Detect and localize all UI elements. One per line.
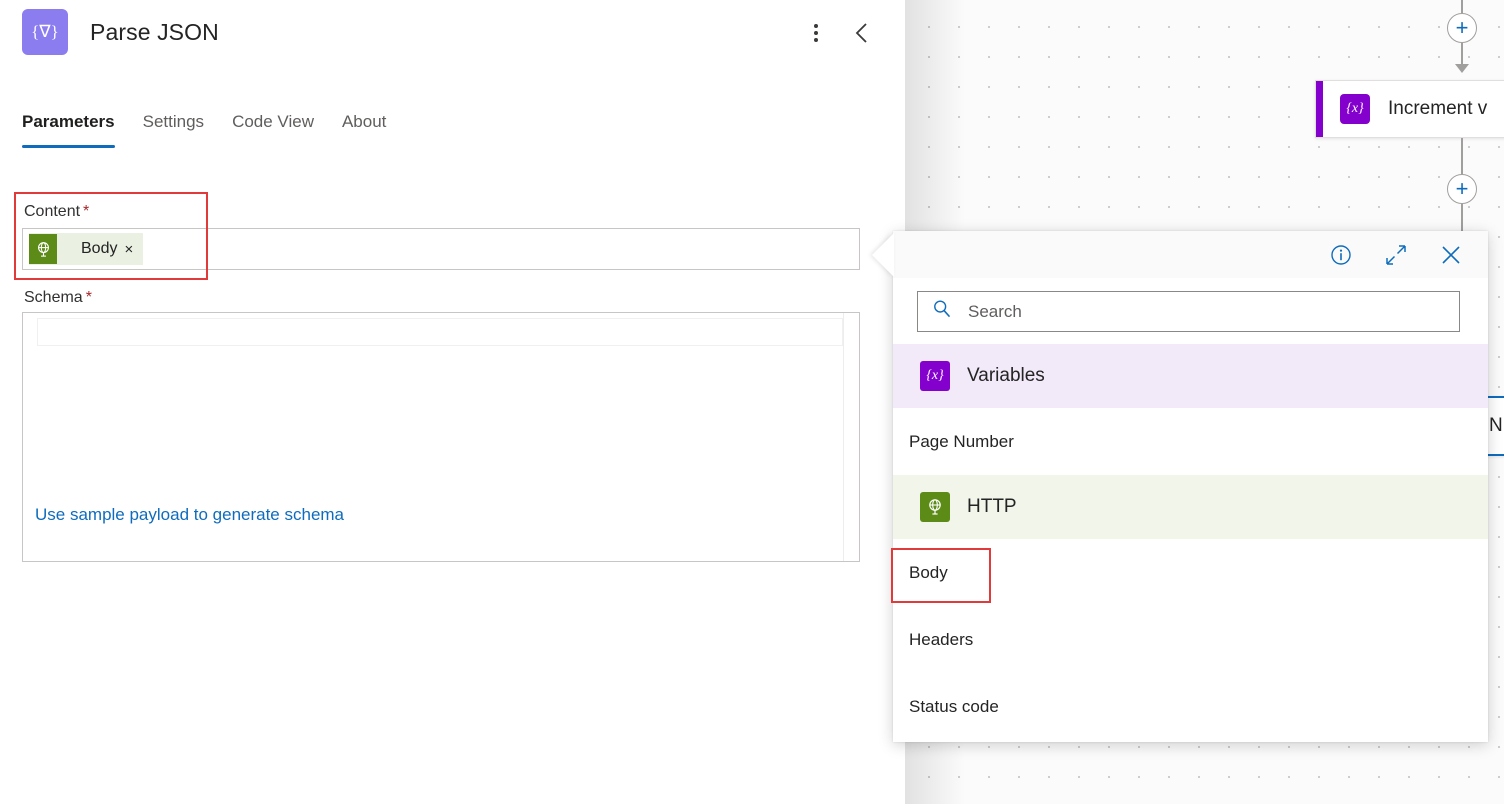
content-input[interactable]: Body × xyxy=(22,228,860,270)
dynamic-content-item-body[interactable]: Body xyxy=(893,539,1488,606)
workflow-card-increment-variable[interactable]: {x} Increment v xyxy=(1315,80,1504,138)
variables-icon: {x} xyxy=(920,361,950,391)
collapse-panel-icon[interactable] xyxy=(847,18,877,48)
dynamic-content-flyout: {x} Variables Page Number HTTP Body Head… xyxy=(893,231,1488,742)
group-label: HTTP xyxy=(967,496,1017,517)
tab-about[interactable]: About xyxy=(328,112,400,148)
schema-editor[interactable]: Use sample payload to generate schema xyxy=(22,312,860,562)
search-icon xyxy=(931,298,953,325)
parse-json-icon: {∇} xyxy=(22,9,68,55)
schema-label-text: Schema xyxy=(24,289,83,306)
info-icon[interactable] xyxy=(1328,242,1354,268)
flyout-pointer xyxy=(872,233,894,277)
connector-arrow xyxy=(1455,64,1469,73)
workflow-card-title: Increment v xyxy=(1388,98,1488,119)
required-indicator: * xyxy=(83,203,90,220)
panel-header: {∇} Parse JSON xyxy=(22,9,219,55)
dynamic-content-list: {x} Variables Page Number HTTP Body Head… xyxy=(893,344,1488,740)
flyout-toolbar xyxy=(893,231,1488,278)
panel-tabs: Parameters Settings Code View About xyxy=(22,112,400,148)
close-icon[interactable]: × xyxy=(124,242,143,257)
content-label-text: Content xyxy=(24,203,81,220)
schema-field-label: Schema * xyxy=(24,289,92,307)
tab-settings[interactable]: Settings xyxy=(129,112,218,148)
dynamic-content-item-status-code[interactable]: Status code xyxy=(893,673,1488,740)
add-step-button-top[interactable]: + xyxy=(1447,13,1477,43)
panel-header-actions xyxy=(785,12,905,54)
token-label: Body xyxy=(81,240,118,257)
required-indicator: * xyxy=(85,289,92,306)
workflow-card-selected-title: N xyxy=(1489,415,1503,436)
dynamic-token-body[interactable]: Body × xyxy=(29,233,144,265)
http-globe-icon xyxy=(920,492,950,522)
card-accent-bar xyxy=(1316,81,1323,137)
dynamic-content-group-http[interactable]: HTTP xyxy=(893,475,1488,539)
search-input[interactable] xyxy=(966,300,1450,323)
schema-editor-input[interactable] xyxy=(37,318,843,346)
page-title: Parse JSON xyxy=(90,18,219,45)
expand-icon[interactable] xyxy=(1383,242,1409,268)
dynamic-content-item-page-number[interactable]: Page Number xyxy=(893,408,1488,475)
tab-code-view[interactable]: Code View xyxy=(218,112,328,148)
generate-schema-link[interactable]: Use sample payload to generate schema xyxy=(35,505,344,525)
content-field-label: Content * xyxy=(24,203,89,221)
dynamic-content-item-headers[interactable]: Headers xyxy=(893,606,1488,673)
schema-scrollbar[interactable] xyxy=(843,313,859,561)
connector-line xyxy=(1461,138,1463,174)
add-step-button-bottom[interactable]: + xyxy=(1447,174,1477,204)
variables-icon: {x} xyxy=(1340,94,1370,124)
search-container xyxy=(893,278,1488,344)
action-details-panel: {∇} Parse JSON Parameters Settings Code … xyxy=(0,0,905,804)
connector-line xyxy=(1461,0,1463,13)
search-box[interactable] xyxy=(917,291,1460,332)
http-globe-icon xyxy=(29,234,57,264)
group-label: Variables xyxy=(967,365,1045,386)
dynamic-content-group-variables[interactable]: {x} Variables xyxy=(893,344,1488,408)
tab-parameters[interactable]: Parameters xyxy=(22,112,129,148)
close-icon[interactable] xyxy=(1438,242,1464,268)
more-options-icon[interactable] xyxy=(803,20,829,46)
